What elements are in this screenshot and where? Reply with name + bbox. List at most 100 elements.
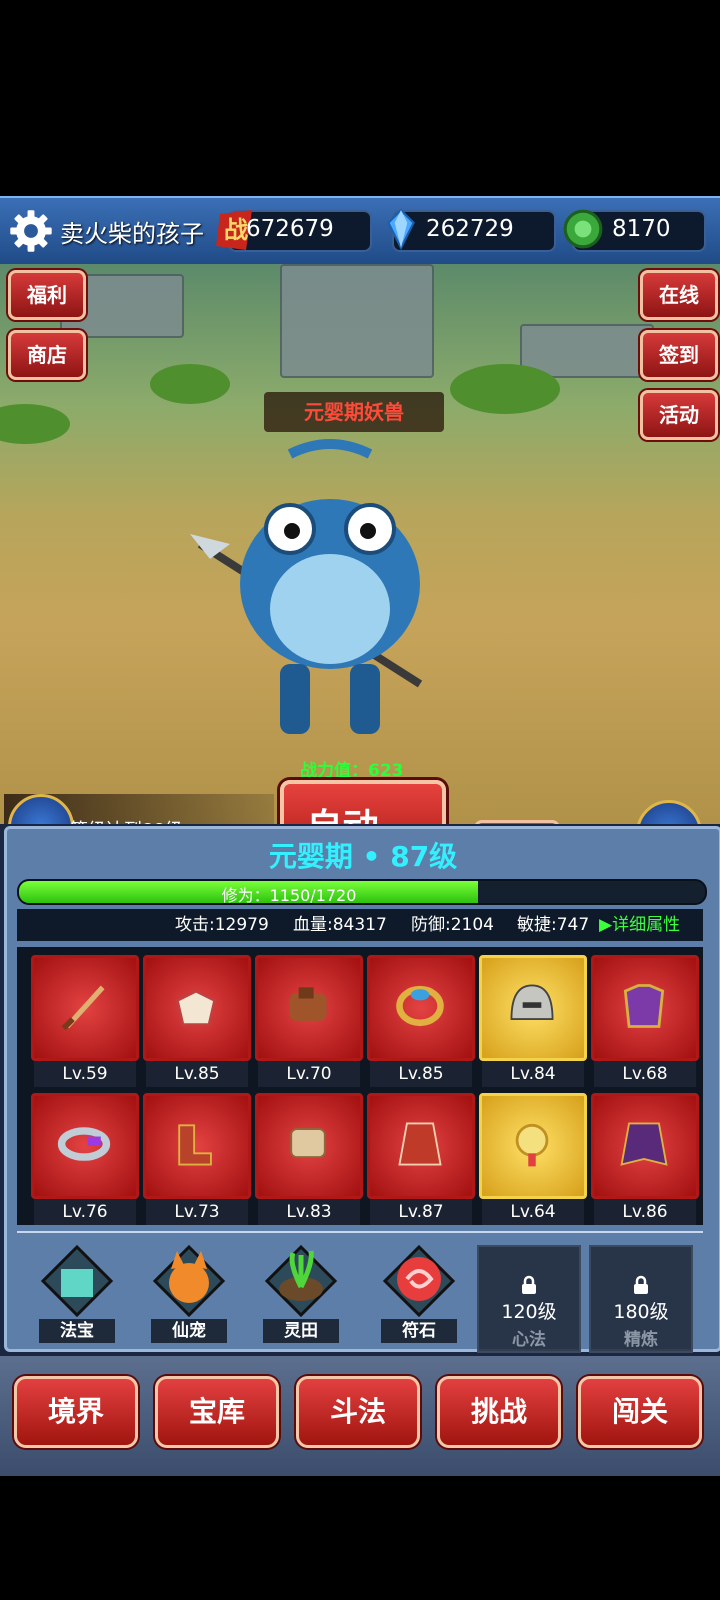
- equipment-slot-amulet[interactable]: [143, 955, 251, 1061]
- locked-feature-refine[interactable]: 180级 精炼: [589, 1245, 693, 1353]
- stats-row: 攻击:12979 血量:84317 防御:2104 敏捷:747 ▶详细属性: [17, 909, 703, 941]
- rune-orb-icon: [382, 1244, 456, 1318]
- equipment-slot-robe[interactable]: [367, 1093, 475, 1199]
- pet-cat-icon: [152, 1244, 226, 1318]
- band-icon: [57, 1127, 111, 1161]
- battle-scene: 福利 商店 在线 签到 活动 元婴期妖兽 战力值：623 10 等级达到88级 …: [0, 264, 720, 824]
- nav-challenge[interactable]: 挑战: [437, 1376, 561, 1448]
- sword-icon: [61, 985, 105, 1031]
- equipment-slot-jade-pendant[interactable]: [479, 1093, 587, 1199]
- equipment-slot-ring[interactable]: [367, 955, 475, 1061]
- locked-label: 心法: [512, 1330, 546, 1350]
- stat-defense: 防御:2104: [411, 915, 494, 935]
- equipment-level: Lv.70: [258, 1061, 360, 1087]
- realm-title: 元婴期 • 87级: [268, 840, 458, 873]
- feature-pet[interactable]: 仙宠: [141, 1243, 237, 1343]
- equipment-slot-cape[interactable]: [591, 1093, 699, 1199]
- cape-icon: [620, 1122, 668, 1166]
- equipment-level: Lv.73: [146, 1199, 248, 1225]
- treasure-icon: [40, 1244, 114, 1318]
- crystal-icon: [387, 208, 415, 250]
- stat-agility: 敏捷:747: [517, 915, 590, 935]
- cultivation-bar: 修为：1150/1720: [17, 879, 707, 905]
- boss-monster[interactable]: [180, 434, 480, 754]
- bracer-icon: [290, 1128, 326, 1158]
- crystal-display: 262729: [387, 208, 556, 252]
- equipment-slot-armor[interactable]: [591, 955, 699, 1061]
- equipment-slot-helmet[interactable]: [479, 955, 587, 1061]
- welfare-button[interactable]: 福利: [8, 270, 86, 320]
- shop-button[interactable]: 商店: [8, 330, 86, 380]
- lock-icon: [634, 1275, 648, 1294]
- lock-icon: [522, 1275, 536, 1294]
- equipment-grid: Lv.59 Lv.85 Lv.70 Lv.85 Lv.84 Lv.68 Lv.76 Lv.73…: [17, 947, 703, 1225]
- nav-realm[interactable]: 境界: [14, 1376, 138, 1448]
- checkin-button[interactable]: 签到: [640, 330, 718, 380]
- feature-field[interactable]: 灵田: [253, 1243, 349, 1343]
- svg-text:战: 战: [224, 216, 248, 244]
- feature-rune[interactable]: 符石: [371, 1243, 467, 1343]
- locked-feature-mind[interactable]: 120级 心法: [477, 1245, 581, 1353]
- jade-display: 8170: [563, 209, 706, 252]
- equipment-slot-bracer[interactable]: [255, 1093, 363, 1199]
- ring-icon: [396, 985, 444, 1027]
- online-button[interactable]: 在线: [640, 270, 718, 320]
- equipment-level: Lv.76: [34, 1199, 136, 1225]
- potion-icon: [8, 794, 74, 824]
- stat-hp: 血量:84317: [293, 915, 387, 935]
- jade-value: 8170: [612, 216, 671, 242]
- gloves-icon: [289, 987, 327, 1021]
- task-bar[interactable]: 10 等级达到88级: [4, 794, 274, 824]
- amulet-icon: [175, 989, 217, 1027]
- equipment-level: Lv.85: [370, 1061, 472, 1087]
- equipment-level: Lv.68: [594, 1061, 696, 1087]
- bush: [0, 404, 70, 444]
- boots-icon: [178, 1124, 212, 1166]
- bottom-nav: 境界 宝库 斗法 挑战 闯关: [0, 1356, 720, 1476]
- feature-label: 符石: [381, 1319, 457, 1343]
- feature-label: 法宝: [39, 1319, 115, 1343]
- equipment-slot-gloves[interactable]: [255, 955, 363, 1061]
- bush: [450, 364, 560, 414]
- settings-button[interactable]: 设置: [474, 820, 560, 824]
- combat-power-value: 672679: [246, 216, 334, 242]
- nav-treasury[interactable]: 宝库: [155, 1376, 279, 1448]
- jade-pendant-icon: [515, 1123, 549, 1167]
- helmet-icon: [510, 984, 554, 1020]
- jade-coin-icon: [563, 209, 603, 249]
- locked-label: 精炼: [624, 1330, 658, 1350]
- armor-icon: [623, 984, 665, 1028]
- equipment-slot-boots[interactable]: [143, 1093, 251, 1199]
- player-name: 卖火柴的孩子: [60, 220, 204, 248]
- stat-attack: 攻击:12979: [175, 915, 269, 935]
- nav-duel[interactable]: 斗法: [296, 1376, 420, 1448]
- boss-power-label: 战力值：623: [300, 761, 404, 781]
- divider: [17, 1231, 703, 1233]
- unlock-level: 120级: [501, 1301, 557, 1323]
- field-plant-icon: [264, 1244, 338, 1318]
- gear-icon[interactable]: [8, 208, 54, 254]
- auto-battle-button[interactable]: 自动...: [280, 780, 446, 824]
- statue: [280, 264, 434, 378]
- details-link[interactable]: ▶详细属性: [599, 909, 680, 941]
- equipment-level: Lv.85: [146, 1061, 248, 1087]
- equipment-level: Lv.86: [594, 1199, 696, 1225]
- bush: [150, 364, 230, 404]
- task-text: 等级达到88级: [70, 816, 183, 824]
- equipment-slot-sword[interactable]: [31, 955, 139, 1061]
- character-panel: 元婴期 • 87级 修为：1150/1720 攻击:12979 血量:84317…: [4, 826, 720, 1353]
- combat-power-display: 战 672679: [216, 210, 372, 252]
- feature-treasure[interactable]: 法宝: [29, 1243, 125, 1343]
- activity-button[interactable]: 活动: [640, 390, 718, 440]
- game-screen: 卖火柴的孩子 战 672679 262729 8170 福利 商店 在线 签到 …: [0, 196, 720, 1476]
- equipment-level: Lv.59: [34, 1061, 136, 1087]
- cultivation-text: 修为：1150/1720: [221, 886, 357, 905]
- nav-stage[interactable]: 闯关: [578, 1376, 702, 1448]
- equipment-level: Lv.84: [482, 1061, 584, 1087]
- equipment-level: Lv.83: [258, 1199, 360, 1225]
- potion-icon[interactable]: [636, 800, 702, 824]
- robe-icon: [398, 1122, 442, 1166]
- equipment-slot-band[interactable]: [31, 1093, 139, 1199]
- top-bar: 卖火柴的孩子 战 672679 262729 8170: [0, 196, 720, 268]
- crystal-value: 262729: [426, 216, 514, 242]
